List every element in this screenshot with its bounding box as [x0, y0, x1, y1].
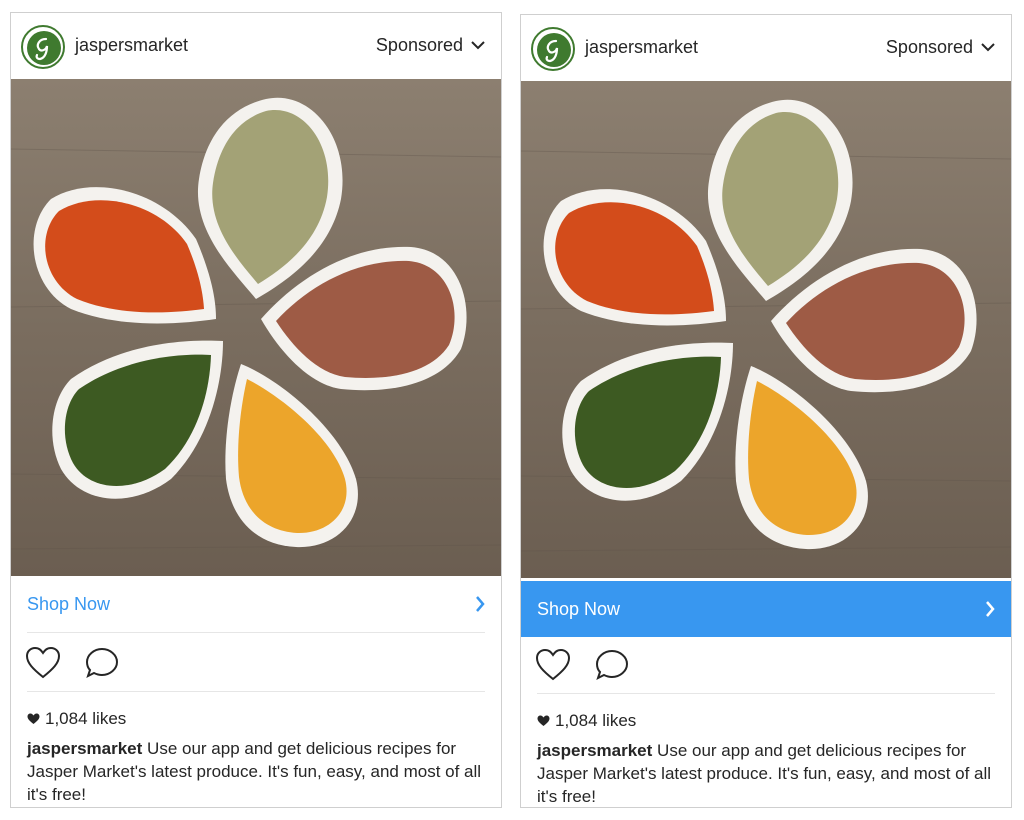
chevron-down-icon	[471, 41, 485, 50]
heart-icon[interactable]	[535, 649, 571, 681]
comment-icon[interactable]	[595, 649, 629, 681]
logo-icon	[27, 31, 61, 65]
product-photo[interactable]	[11, 79, 501, 576]
shop-now-label: Shop Now	[27, 593, 111, 614]
avatar[interactable]	[21, 25, 65, 69]
ad-post-card-highlighted: jaspersmarket Sponsored Shop Now 1,084 l…	[520, 14, 1012, 808]
shop-now-button[interactable]: Shop Now	[11, 576, 501, 632]
likes-count[interactable]: 1,084 likes	[27, 709, 126, 729]
username[interactable]: jaspersmarket	[75, 35, 188, 56]
post-header: jaspersmarket Sponsored	[521, 15, 1011, 81]
ad-post-card-default: jaspersmarket Sponsored Shop Now 1,084 l…	[10, 12, 502, 808]
chevron-right-icon	[476, 596, 485, 612]
shop-now-button[interactable]: Shop Now	[521, 581, 1011, 637]
sponsored-menu[interactable]: Sponsored	[376, 35, 485, 56]
action-bar	[25, 647, 119, 679]
heart-filled-icon	[27, 713, 40, 724]
logo-icon	[537, 33, 571, 67]
chevron-right-icon	[986, 601, 995, 617]
likes-count[interactable]: 1,084 likes	[537, 711, 636, 731]
sponsored-menu[interactable]: Sponsored	[886, 37, 995, 58]
caption: jaspersmarket Use our app and get delici…	[537, 739, 997, 808]
heart-filled-icon	[537, 715, 550, 726]
divider	[27, 632, 485, 633]
avatar[interactable]	[531, 27, 575, 71]
action-bar	[535, 649, 629, 681]
divider	[27, 691, 485, 692]
chevron-down-icon	[981, 43, 995, 52]
likes-label: 1,084 likes	[555, 711, 637, 730]
product-photo[interactable]	[521, 81, 1011, 578]
sponsored-label: Sponsored	[375, 35, 463, 55]
caption-username[interactable]: jaspersmarket	[27, 739, 142, 758]
caption: jaspersmarket Use our app and get delici…	[27, 737, 487, 806]
heart-icon[interactable]	[25, 647, 61, 679]
divider	[537, 693, 995, 694]
comment-icon[interactable]	[85, 647, 119, 679]
likes-label: 1,084 likes	[45, 709, 127, 728]
username[interactable]: jaspersmarket	[585, 37, 698, 58]
post-header: jaspersmarket Sponsored	[11, 13, 501, 79]
caption-username[interactable]: jaspersmarket	[537, 741, 652, 760]
sponsored-label: Sponsored	[885, 37, 973, 57]
shop-now-label: Shop Now	[537, 598, 621, 619]
